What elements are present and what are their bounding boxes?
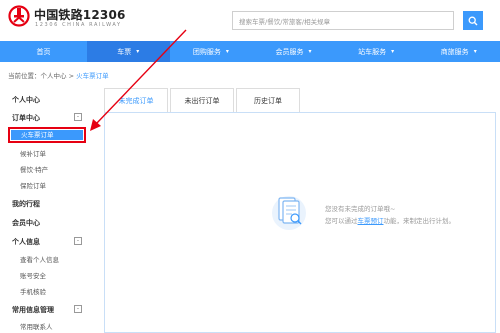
chevron-down-icon: ▾	[391, 48, 395, 55]
search-button[interactable]	[463, 11, 483, 30]
collapse-icon[interactable]: -	[74, 305, 82, 313]
orders-panel: 您没有未完成的订单哦~ 您可以通过车票预订功能，来制定出行计划。	[104, 112, 496, 333]
sidebar-item-view-info[interactable]: 查看个人信息	[20, 254, 59, 264]
tab-history-orders[interactable]: 历史订单	[236, 88, 300, 112]
chevron-down-icon: ▾	[136, 48, 140, 55]
nav-station-service[interactable]: 站车服务 ▾	[335, 41, 418, 62]
nav-label: 站车服务	[358, 47, 387, 56]
main-nav: 首页 车票 ▾ 团购服务 ▾ 会员服务 ▾ 站车服务 ▾ 商旅服务 ▾	[0, 41, 500, 62]
highlight-box: 火车票订单	[8, 127, 86, 143]
breadcrumb: 当前位置：个人中心 > 火车票订单	[8, 70, 109, 80]
chevron-down-icon: ▾	[225, 48, 229, 55]
chevron-down-icon: ▾	[308, 48, 312, 55]
nav-label: 团购服务	[192, 47, 221, 56]
logo-subtitle: 12306 CHINA RAILWAY	[35, 22, 122, 28]
sidebar-item-catering[interactable]: 餐饮·特产	[20, 164, 48, 174]
sidebar-personal-info[interactable]: 个人信息	[12, 237, 40, 247]
railway-logo-icon[interactable]	[8, 5, 30, 27]
ticket-booking-link[interactable]: 车票预订	[358, 217, 384, 225]
tab-unfinished-orders[interactable]: 未完成订单	[104, 88, 168, 112]
main-content: 未完成订单 未出行订单 历史订单 您没有未完成的订单哦~ 您可以通过车票预订功能…	[104, 88, 496, 333]
sidebar-my-trips[interactable]: 我的行程	[12, 199, 40, 209]
sidebar-item-insurance[interactable]: 保险订单	[20, 180, 46, 190]
nav-tickets[interactable]: 车票 ▾	[86, 41, 170, 62]
breadcrumb-current[interactable]: 火车票订单	[76, 72, 109, 80]
empty-state-line1: 您没有未完成的订单哦~	[325, 205, 396, 213]
sidebar-personal-center[interactable]: 个人中心	[12, 95, 40, 105]
sidebar-order-center[interactable]: 订单中心	[12, 113, 40, 123]
empty-state-text: 功能，来制定出行计划。	[383, 217, 456, 225]
nav-label: 首页	[36, 47, 51, 56]
nav-business-service[interactable]: 商旅服务 ▾	[417, 41, 500, 62]
tab-untraveled-orders[interactable]: 未出行订单	[170, 88, 234, 112]
header: 中国铁路12306 12306 CHINA RAILWAY 搜索车票/餐饮/常旅…	[0, 0, 500, 36]
nav-member-service[interactable]: 会员服务 ▾	[252, 41, 335, 62]
sidebar-item-account-security[interactable]: 账号安全	[20, 270, 46, 280]
document-search-icon	[272, 196, 306, 230]
sidebar-item-frequent-contacts[interactable]: 常用联系人	[20, 321, 53, 331]
logo-title: 中国铁路12306	[34, 8, 126, 22]
sidebar-item-supplement-orders[interactable]: 候补订单	[20, 148, 46, 158]
sidebar-item-train-orders[interactable]: 火车票订单	[11, 130, 83, 140]
nav-home[interactable]: 首页	[0, 41, 87, 62]
search-icon	[468, 16, 478, 25]
chevron-down-icon: ▾	[473, 48, 477, 55]
search-input[interactable]: 搜索车票/餐饮/常旅客/相关规章	[232, 11, 454, 30]
empty-state-line2: 您可以通过车票预订功能，来制定出行计划。	[325, 215, 455, 227]
collapse-icon[interactable]: -	[74, 237, 82, 245]
search-placeholder: 搜索车票/餐饮/常旅客/相关规章	[239, 17, 331, 26]
nav-label: 商旅服务	[440, 47, 469, 56]
empty-state-text: 您可以通过	[325, 217, 358, 225]
breadcrumb-prefix: 当前位置：个人中心 >	[8, 72, 77, 80]
sidebar-common-info[interactable]: 常用信息管理	[12, 305, 54, 315]
nav-label: 会员服务	[275, 47, 304, 56]
sidebar-item-phone-check[interactable]: 手机核验	[20, 286, 46, 296]
empty-state-message: 您没有未完成的订单哦~ 您可以通过车票预订功能，来制定出行计划。	[325, 203, 455, 227]
sidebar-member-center[interactable]: 会员中心	[12, 218, 40, 228]
nav-label: 车票	[117, 47, 132, 56]
nav-group-service[interactable]: 团购服务 ▾	[170, 41, 253, 62]
collapse-icon[interactable]: -	[74, 113, 82, 121]
